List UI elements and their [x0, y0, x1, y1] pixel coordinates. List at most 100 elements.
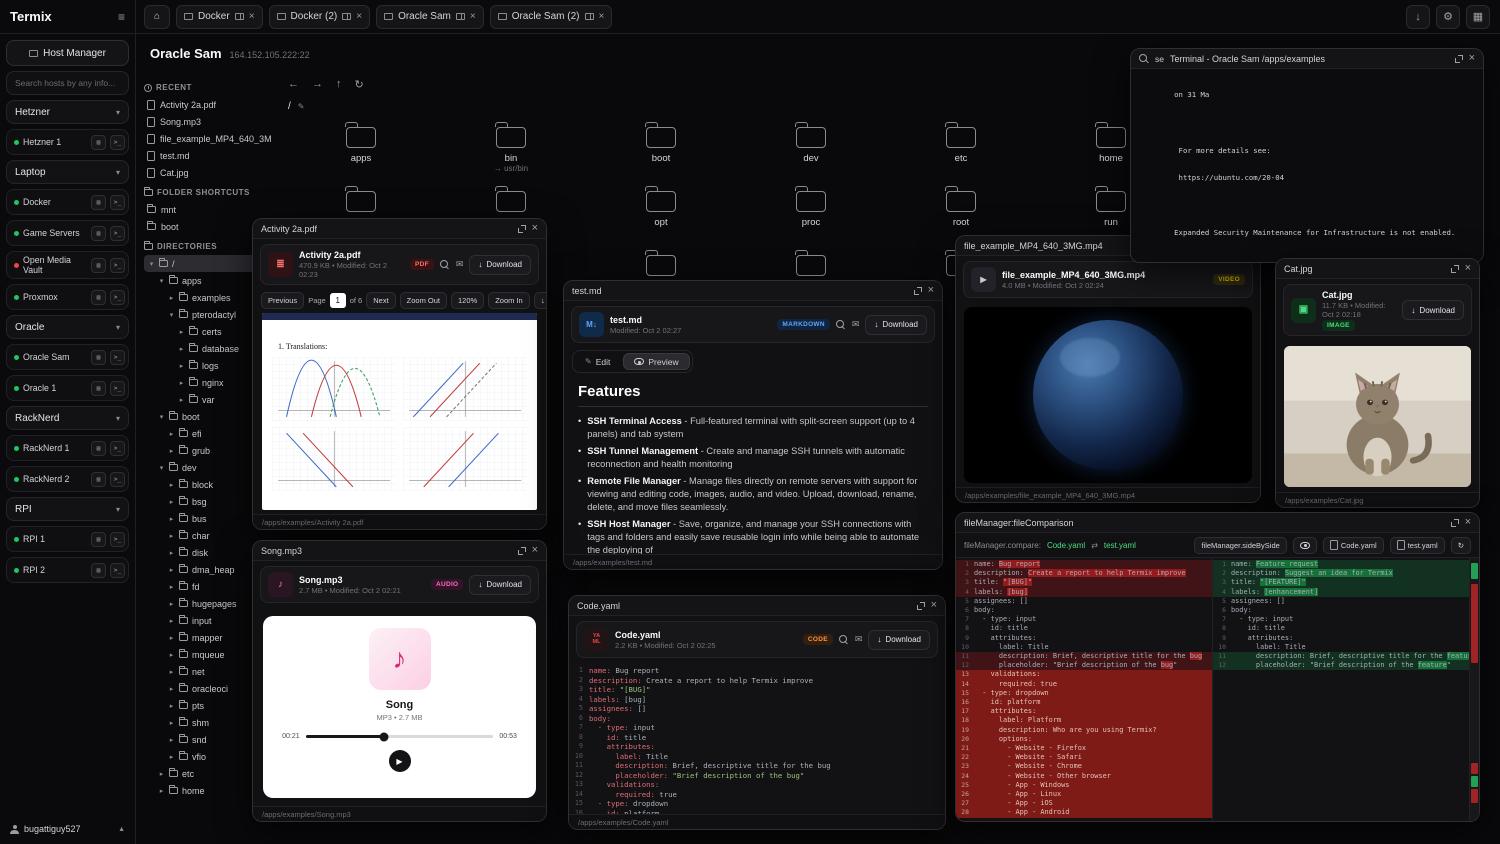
- server-icon[interactable]: ▤: [91, 350, 106, 365]
- play-button[interactable]: ▶: [389, 750, 411, 772]
- session-tab[interactable]: Oracle Sam ×: [376, 5, 484, 29]
- download-button[interactable]: ↓Download: [534, 292, 546, 309]
- zoom-out-button[interactable]: Zoom Out: [400, 292, 447, 309]
- terminal-icon[interactable]: >_: [110, 195, 125, 210]
- host-item[interactable]: Game Servers ▤ >_: [6, 220, 129, 246]
- download-button[interactable]: ↓Download: [865, 315, 927, 335]
- window-titlebar[interactable]: test.md ×: [564, 281, 942, 301]
- folder-shortcut[interactable]: mnt: [144, 201, 274, 218]
- chevron-icon[interactable]: [168, 634, 175, 642]
- expand-icon[interactable]: [518, 547, 526, 555]
- close-icon[interactable]: ×: [599, 12, 605, 22]
- folder-item[interactable]: boot: [586, 118, 736, 182]
- chevron-icon[interactable]: [168, 447, 175, 455]
- host-item[interactable]: RackNerd 1 ▤ >_: [6, 435, 129, 461]
- search-icon[interactable]: [839, 635, 849, 645]
- close-icon[interactable]: ×: [532, 545, 538, 556]
- zoom-in-button[interactable]: Zoom In: [488, 292, 530, 309]
- host-item[interactable]: Hetzner 1 ▤ >_: [6, 129, 129, 155]
- next-page-button[interactable]: Next: [366, 292, 395, 309]
- server-icon[interactable]: ▤: [91, 226, 106, 241]
- code-editor[interactable]: 1 name: Bug report 2 description: Create…: [569, 663, 945, 814]
- chevron-icon[interactable]: [168, 566, 175, 574]
- terminal-icon[interactable]: >_: [110, 381, 125, 396]
- close-icon[interactable]: ×: [928, 285, 934, 296]
- host-group[interactable]: Hetzner ▾: [6, 100, 129, 124]
- chevron-icon[interactable]: [158, 787, 165, 795]
- chevron-icon[interactable]: [178, 328, 185, 336]
- user-menu[interactable]: bugattiguy527 ▲: [6, 820, 129, 838]
- previous-page-button[interactable]: Previous: [261, 292, 304, 309]
- chevron-icon[interactable]: [178, 379, 185, 387]
- terminal-icon[interactable]: >_: [110, 258, 125, 273]
- host-item[interactable]: Open Media Vault ▤ >_: [6, 251, 129, 279]
- recent-file[interactable]: Cat.jpg: [144, 164, 274, 181]
- host-item[interactable]: RackNerd 2 ▤ >_: [6, 466, 129, 492]
- preview-toggle-button[interactable]: [1293, 537, 1317, 554]
- apps-grid-icon[interactable]: ▦: [1466, 5, 1490, 29]
- chevron-icon[interactable]: [168, 294, 175, 302]
- diff-right-panel[interactable]: 1 name: Feature request 2 description: S…: [1213, 558, 1470, 821]
- expand-icon[interactable]: [518, 225, 526, 233]
- chevron-icon[interactable]: [168, 702, 175, 710]
- server-icon[interactable]: ▤: [91, 135, 106, 150]
- window-titlebar[interactable]: se Terminal - Oracle Sam /apps/examples …: [1131, 49, 1483, 69]
- chevron-icon[interactable]: [158, 413, 165, 421]
- server-icon[interactable]: ▤: [91, 563, 106, 578]
- split-icon[interactable]: [342, 13, 351, 20]
- download-button[interactable]: ↓Download: [868, 630, 930, 650]
- folder-item[interactable]: etc: [886, 118, 1036, 182]
- expand-icon[interactable]: [1451, 265, 1459, 273]
- chevron-icon[interactable]: [168, 600, 175, 608]
- split-icon[interactable]: [235, 13, 244, 20]
- folder-item[interactable]: proc: [736, 182, 886, 246]
- chevron-icon[interactable]: [158, 770, 165, 778]
- search-icon[interactable]: [1139, 54, 1149, 64]
- host-manager-button[interactable]: Host Manager: [6, 40, 129, 66]
- terminal-icon[interactable]: >_: [110, 290, 125, 305]
- chevron-icon[interactable]: [168, 617, 175, 625]
- open-right-file-button[interactable]: test.yaml: [1390, 537, 1445, 554]
- chevron-icon[interactable]: [168, 549, 175, 557]
- chevron-icon[interactable]: [168, 736, 175, 744]
- pdf-page[interactable]: 1. Translations:: [262, 313, 537, 510]
- window-titlebar[interactable]: Activity 2a.pdf ×: [253, 219, 546, 239]
- chevron-icon[interactable]: [178, 362, 185, 370]
- chevron-icon[interactable]: [178, 345, 185, 353]
- chevron-icon[interactable]: [168, 430, 175, 438]
- terminal-icon[interactable]: >_: [110, 441, 125, 456]
- progress-track[interactable]: [306, 735, 494, 738]
- chevron-icon[interactable]: [168, 668, 175, 676]
- progress-handle[interactable]: [380, 732, 389, 741]
- terminal-icon[interactable]: >_: [110, 226, 125, 241]
- diff-view[interactable]: 1 name: Bug report 2 description: Create…: [956, 558, 1479, 821]
- terminal-icon[interactable]: >_: [110, 563, 125, 578]
- tab-preview[interactable]: Preview: [623, 353, 689, 370]
- search-icon[interactable]: [836, 320, 846, 330]
- chevron-icon[interactable]: [168, 753, 175, 761]
- terminal-icon[interactable]: >_: [110, 135, 125, 150]
- chevron-icon[interactable]: [168, 651, 175, 659]
- session-tab[interactable]: Docker (2) ×: [269, 5, 371, 29]
- server-icon[interactable]: ▤: [91, 195, 106, 210]
- server-icon[interactable]: ▤: [91, 472, 106, 487]
- refresh-icon[interactable]: ↻: [355, 78, 364, 91]
- page-number-input[interactable]: 1: [330, 293, 346, 308]
- expand-icon[interactable]: [917, 602, 925, 610]
- host-item[interactable]: Proxmox ▤ >_: [6, 284, 129, 310]
- close-icon[interactable]: ×: [532, 223, 538, 234]
- folder-item[interactable]: opt: [586, 182, 736, 246]
- terminal-output[interactable]: on 31 Ma For more details see: https://u…: [1131, 69, 1483, 262]
- side-by-side-button[interactable]: fileManager.sideBySide: [1194, 537, 1286, 554]
- search-icon[interactable]: [440, 260, 450, 270]
- chevron-icon[interactable]: [158, 464, 165, 472]
- host-item[interactable]: Docker ▤ >_: [6, 189, 129, 215]
- chevron-icon[interactable]: [168, 583, 175, 591]
- chevron-icon[interactable]: [158, 277, 165, 285]
- folder-item[interactable]: dev: [736, 118, 886, 182]
- close-icon[interactable]: ×: [1469, 53, 1475, 64]
- download-button[interactable]: ↓Download: [1402, 300, 1464, 320]
- close-icon[interactable]: ×: [1465, 263, 1471, 274]
- compare-left-file[interactable]: Code.yaml: [1047, 541, 1085, 550]
- recent-file[interactable]: Activity 2a.pdf: [144, 96, 274, 113]
